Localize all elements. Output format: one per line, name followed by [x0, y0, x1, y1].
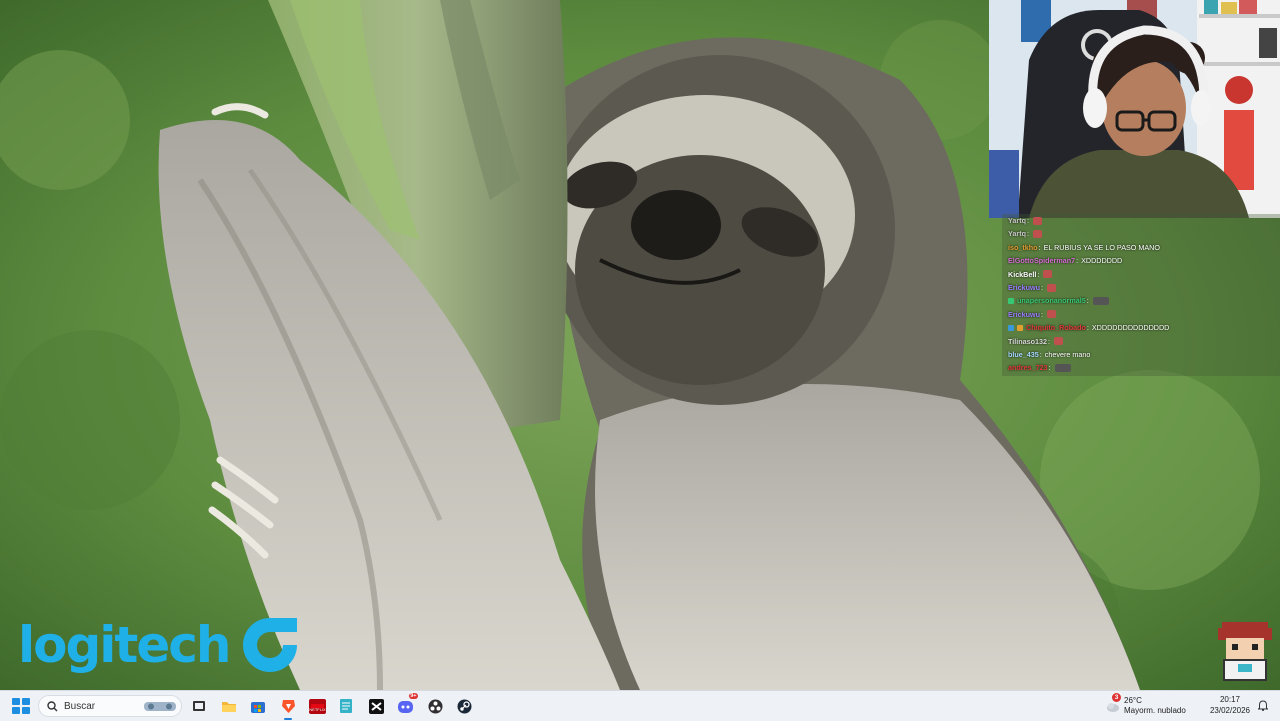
chat-message: blue_435 : chevere mano	[1002, 348, 1280, 361]
emote-icon	[1046, 283, 1056, 292]
svg-text:NETFLIX: NETFLIX	[309, 707, 326, 712]
chat-username: Erickuwu	[1008, 309, 1040, 319]
store-icon[interactable]	[248, 696, 268, 716]
clock-time: 20:17	[1219, 695, 1241, 704]
chat-separator: :	[1026, 216, 1029, 225]
search-icon	[47, 700, 58, 711]
clock-date: 23/02/2026	[1209, 706, 1251, 715]
chat-text: XDDDDDDDDDDDDDD	[1091, 323, 1170, 333]
sub-badge-icon	[1017, 324, 1023, 331]
chat-message: iso_tkho : EL RUBIUS YA SE LO PASO MANO	[1002, 241, 1280, 254]
capcut-icon[interactable]	[366, 696, 386, 716]
chat-username: iso_tkho	[1008, 242, 1038, 252]
chat-separator: :	[1048, 363, 1051, 373]
chat-text: chevere mano	[1044, 349, 1091, 359]
chat-username: KickBell	[1008, 269, 1037, 279]
task-view-icon[interactable]	[189, 696, 209, 716]
folder-icon[interactable]	[219, 696, 239, 716]
logitech-g-icon	[243, 618, 298, 672]
chat-message: KickBell :	[1002, 268, 1280, 281]
chat-separator: :	[1038, 242, 1041, 252]
logitech-logo: logitech	[18, 612, 303, 678]
chat-message: unapersonanormal5 :	[1002, 294, 1280, 307]
chat-username: Chiquito_Robado	[1026, 323, 1086, 333]
chat-username: andres_723	[1008, 363, 1048, 373]
taskbar: Buscar NETFLIX 9+ 3 26°C Mayorm. nublado…	[0, 690, 1280, 721]
search-highlight-icon	[144, 702, 176, 711]
chat-message: Yartq :	[1002, 214, 1280, 227]
weather-description: Mayorm. nublado	[1124, 706, 1186, 715]
sub-badge-icon	[1008, 298, 1014, 305]
chat-username: blue_435	[1008, 349, 1039, 359]
start-button[interactable]	[12, 698, 30, 714]
temperature: 26°C	[1124, 696, 1142, 705]
discord-badge: 9+	[408, 693, 418, 699]
chat-message: Tilinaso132 :	[1002, 335, 1280, 348]
chat-username: unapersonanormal5	[1017, 296, 1086, 306]
logitech-wordmark: logitech	[18, 616, 231, 674]
chat-message: Chiquito_Robado : XDDDDDDDDDDDDDD	[1002, 321, 1280, 334]
search-placeholder: Buscar	[64, 700, 96, 712]
emote-icon	[1043, 270, 1053, 279]
netflix-icon[interactable]: NETFLIX	[307, 696, 327, 716]
weather-badge: 3	[1112, 693, 1121, 702]
chat-separator: :	[1037, 269, 1040, 279]
chat-username: Yartq	[1008, 229, 1026, 239]
chat-message: Yartq :	[1002, 227, 1280, 240]
chat-message: ElGottoSpiderman7 : XDDDDDDD	[1002, 254, 1280, 267]
chat-message: andres_723 :	[1002, 361, 1280, 374]
chat-separator: :	[1086, 296, 1089, 306]
weather-widget[interactable]: 3 26°C Mayorm. nublado	[1106, 693, 1186, 719]
emote-icon	[1032, 216, 1042, 225]
chat-message: Erickuwu :	[1002, 308, 1280, 321]
emote-icon	[1054, 363, 1071, 372]
chat-separator: :	[1048, 336, 1051, 346]
notification-bell-icon[interactable]	[1258, 700, 1268, 711]
chat-username: ElGottoSpiderman7	[1008, 256, 1076, 266]
webcam-overlay	[989, 0, 1280, 218]
system-clock[interactable]: 20:17 23/02/2026	[1205, 694, 1255, 716]
mod-badge-icon	[1008, 324, 1014, 331]
chat-text: XDDDDDDD	[1081, 256, 1123, 266]
taskbar-search[interactable]: Buscar	[38, 695, 182, 717]
notepad-icon[interactable]	[336, 696, 356, 716]
chat-separator: :	[1026, 229, 1029, 239]
brave-icon[interactable]	[278, 696, 298, 720]
pixel-character-icon	[1216, 620, 1274, 682]
stream-chat: Yartq : Yartq : iso_tkho : EL RUBIUS YA …	[1002, 214, 1280, 376]
emote-icon	[1092, 297, 1109, 306]
chat-separator: :	[1040, 282, 1043, 292]
chat-separator: :	[1086, 323, 1089, 333]
windows-logo-icon	[12, 698, 20, 705]
discord-icon[interactable]: 9+	[395, 693, 418, 716]
chat-separator: :	[1039, 349, 1042, 359]
chat-text: EL RUBIUS YA SE LO PASO MANO	[1043, 242, 1160, 252]
steam-icon[interactable]	[454, 696, 474, 716]
chat-username: Yartq	[1008, 216, 1026, 225]
chat-message: Erickuwu :	[1002, 281, 1280, 294]
emote-icon	[1046, 310, 1056, 319]
obs-icon[interactable]	[425, 696, 445, 716]
chat-username: Erickuwu	[1008, 282, 1040, 292]
chat-username: Tilinaso132	[1008, 336, 1048, 346]
emote-icon	[1032, 230, 1042, 239]
emote-icon	[1054, 337, 1064, 346]
chat-separator: :	[1040, 309, 1043, 319]
chat-separator: :	[1076, 256, 1079, 266]
